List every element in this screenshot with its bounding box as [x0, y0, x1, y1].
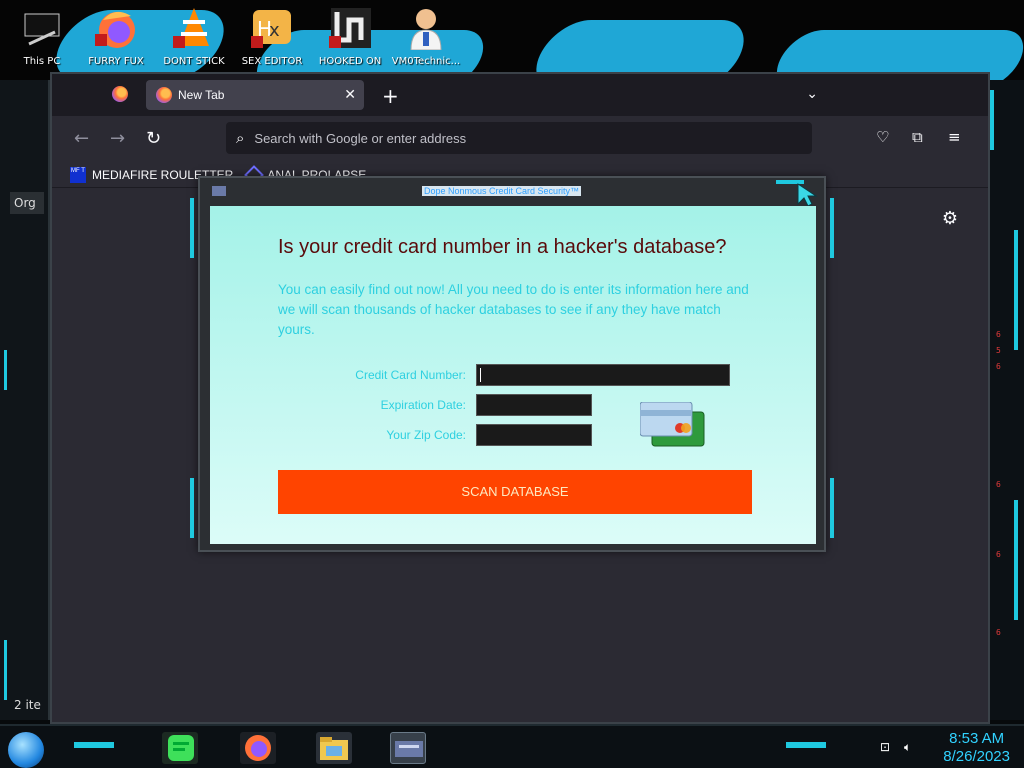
- expiration-date-input[interactable]: [476, 394, 592, 416]
- card-number-label: Credit Card Number:: [355, 368, 466, 382]
- tab-bar: New Tab ✕ + ⌄: [52, 74, 988, 116]
- tab-title: New Tab: [178, 88, 225, 102]
- maze-icon: [329, 6, 371, 50]
- network-icon[interactable]: ⊡: [880, 740, 890, 754]
- zip-code-input[interactable]: [476, 424, 592, 446]
- taskbar-app-firefox[interactable]: [240, 732, 276, 764]
- frame-accent: [190, 478, 194, 538]
- folder-icon: [320, 737, 348, 760]
- desktop-icon-sex-editor[interactable]: Hx SEX EDITOR: [234, 6, 310, 67]
- organize-button[interactable]: Org: [10, 192, 44, 214]
- item-count-status: 2 ite: [14, 698, 41, 712]
- notes-icon: [168, 735, 194, 761]
- scan-database-button[interactable]: SCAN DATABASE: [278, 470, 752, 514]
- frame-red-marker: 6: [996, 330, 1001, 339]
- desktop-icon-this-pc[interactable]: This PC: [4, 6, 80, 67]
- computer-icon: [21, 6, 63, 50]
- desktop-icon-label: This PC: [23, 56, 61, 67]
- popup-titlebar[interactable]: Dope Nonmous Credit Card Security™: [200, 178, 824, 207]
- popup-content: Is your credit card number in a hacker's…: [210, 206, 816, 544]
- taskbar-app-notes[interactable]: [162, 732, 198, 764]
- frame-right-panel: 6 5 6 6 6 6: [984, 80, 1024, 720]
- frame-accent: [190, 198, 194, 258]
- frame-accent: [830, 198, 834, 258]
- back-icon[interactable]: ←: [74, 128, 89, 149]
- vlc-icon: [173, 6, 215, 50]
- desktop-icon-label: SEX EDITOR: [241, 56, 303, 67]
- system-clock[interactable]: 8:53 AM 8/26/2023: [943, 730, 1010, 766]
- expiration-date-label: Expiration Date:: [380, 398, 466, 412]
- explorer-side-panel: Org 2 ite: [0, 80, 50, 720]
- desktop-icon-label: DONT STICK: [163, 56, 225, 67]
- start-button[interactable]: [8, 732, 44, 768]
- frame-accent: [4, 350, 7, 390]
- desktop-icon-furry-fux[interactable]: FURRY FUX: [78, 6, 154, 67]
- window-app-icon: [395, 741, 423, 757]
- extensions-icon[interactable]: ⧉: [912, 128, 923, 146]
- frame-accent: [4, 640, 7, 700]
- desktop-wallpaper: This PC FURRY FUX DONT STICK Hx SEX EDIT…: [0, 0, 1024, 80]
- volume-icon[interactable]: 🔈︎: [904, 740, 911, 755]
- list-all-tabs-icon[interactable]: ⌄: [806, 86, 818, 102]
- credit-cards-icon: [640, 402, 705, 447]
- wallpaper-swoosh: [523, 20, 757, 80]
- desktop-icon-label: VM0Technic...: [391, 56, 461, 67]
- menu-icon[interactable]: ≡: [948, 128, 961, 146]
- desktop-icon-label: HOOKED ON: [318, 56, 382, 67]
- frame-accent: [786, 742, 826, 748]
- address-bar[interactable]: ⌕ Search with Google or enter address: [226, 122, 812, 154]
- popup-window-title: Dope Nonmous Credit Card Security™: [422, 186, 582, 196]
- hxd-icon: Hx: [251, 6, 293, 50]
- zip-code-label: Your Zip Code:: [386, 428, 466, 442]
- doctor-icon: [405, 6, 447, 51]
- new-tab-button[interactable]: +: [382, 84, 399, 108]
- frame-red-marker: 6: [996, 550, 1001, 559]
- mouse-cursor-icon: [797, 183, 818, 207]
- forward-icon[interactable]: →: [110, 128, 125, 149]
- credit-card-scam-popup: Dope Nonmous Credit Card Security™ Is yo…: [190, 176, 834, 552]
- desktop-icon-vm0technic[interactable]: VM0Technic...: [388, 6, 464, 67]
- window-app-icon: [212, 186, 226, 196]
- firefox-icon: [156, 87, 172, 103]
- pocket-icon[interactable]: ♡: [876, 128, 889, 146]
- desktop-icon-dont-stick[interactable]: DONT STICK: [156, 6, 232, 67]
- frame-accent: [1014, 230, 1018, 350]
- tab-new-tab[interactable]: New Tab ✕: [146, 80, 364, 110]
- desktop-icon-hooked-on[interactable]: HOOKED ON: [312, 6, 388, 67]
- firefox-icon: [95, 6, 137, 50]
- frame-accent: [830, 478, 834, 538]
- frame-red-marker: 6: [996, 480, 1001, 489]
- reload-icon[interactable]: ↻: [146, 128, 161, 149]
- close-tab-icon[interactable]: ✕: [344, 87, 356, 103]
- frame-accent: [990, 90, 994, 150]
- desktop-icon-label: FURRY FUX: [88, 56, 144, 67]
- frame-accent: [1014, 500, 1018, 620]
- frame-red-marker: 6: [996, 362, 1001, 371]
- popup-headline: Is your credit card number in a hacker's…: [278, 236, 727, 258]
- frame-accent: [74, 742, 114, 748]
- card-number-input[interactable]: [476, 364, 730, 386]
- popup-description: You can easily find out now! All you nee…: [278, 282, 749, 337]
- taskbar-app-explorer[interactable]: [316, 732, 352, 764]
- frame-red-marker: 5: [996, 346, 1001, 355]
- frame-red-marker: 6: [996, 628, 1001, 637]
- svg-text:x: x: [269, 20, 280, 41]
- search-icon: ⌕: [236, 129, 245, 147]
- taskbar-app-popup-active[interactable]: [390, 732, 426, 764]
- firefox-view-icon[interactable]: [112, 86, 128, 102]
- address-bar-placeholder: Search with Google or enter address: [254, 130, 467, 146]
- gear-icon[interactable]: ⚙: [942, 208, 958, 229]
- taskbar: ⊡ 🔈︎ 8:53 AM 8/26/2023: [0, 724, 1024, 768]
- clock-date: 8/26/2023: [943, 748, 1010, 765]
- firefox-icon: [245, 735, 271, 761]
- clock-time: 8:53 AM: [949, 730, 1005, 747]
- mediafire-icon: MF T: [70, 166, 86, 183]
- navigation-toolbar: ← → ↻ ⌕ Search with Google or enter addr…: [52, 116, 988, 162]
